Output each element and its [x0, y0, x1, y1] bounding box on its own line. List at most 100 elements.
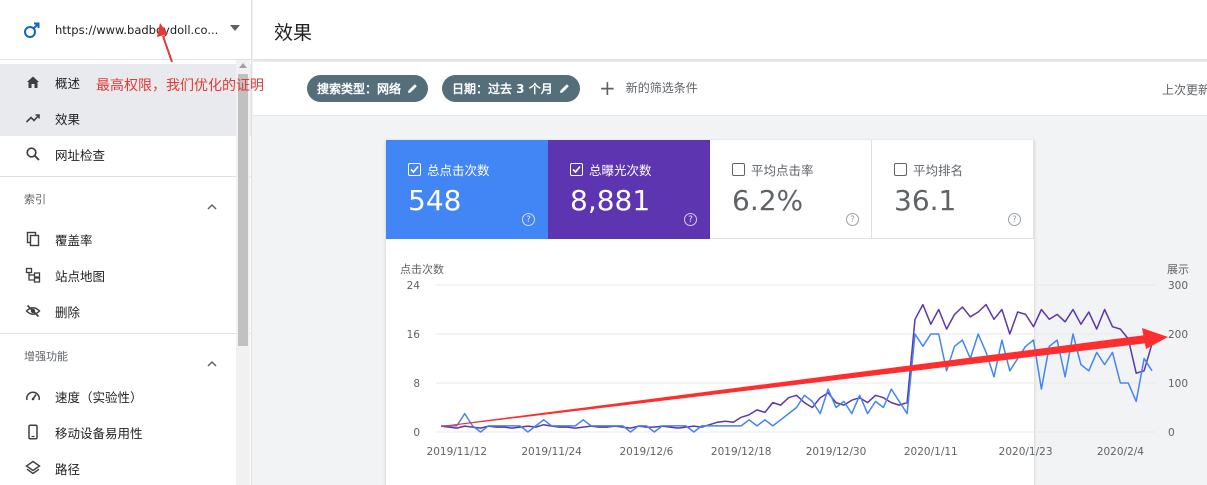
performance-chart: 点击次数 展示 0816240100200300 2019/11/12 2019/…	[400, 262, 1189, 458]
layers-icon	[24, 459, 42, 477]
help-icon[interactable]: ?	[522, 213, 535, 226]
chart-x-ticks: 2019/11/12 2019/11/24 2019/12/6 2019/12/18 2…	[427, 446, 1145, 458]
nav-label-overview: 概述	[55, 75, 81, 91]
nav-item-performance[interactable]: 效果	[0, 100, 251, 136]
chart-gridlines	[436, 284, 1156, 433]
chip-search-type[interactable]: 搜索类型：网络	[307, 75, 429, 102]
metric-total-impressions-label: 总曝光次数	[589, 163, 652, 178]
nav-item-mobile-usability[interactable]: 移动设备易用性	[0, 414, 251, 450]
chevron-up-icon	[207, 195, 217, 214]
app: https://www.badboydoll.co... 概述 效果 网址检查 …	[0, 0, 1207, 485]
metric-total-clicks-header: 总点击次数	[408, 160, 490, 179]
x-tick-label: 2020/2/4	[1097, 446, 1144, 458]
property-icon	[22, 19, 42, 40]
metric-average-position[interactable]: 平均排名 36.1 ?	[872, 140, 1034, 239]
y-tick-right: 100	[1168, 378, 1188, 390]
nav-label-breadcrumbs: 路径	[55, 461, 81, 477]
nav-item-breadcrumbs[interactable]: 路径	[0, 450, 251, 485]
nav-label-sitemaps: 站点地图	[55, 268, 106, 284]
metric-average-ctr[interactable]: 平均点击率 6.2% ?	[710, 140, 872, 239]
metric-total-impressions-header: 总曝光次数	[570, 160, 652, 179]
y-tick-left: 16	[407, 329, 421, 341]
pencil-icon	[407, 83, 418, 94]
metric-average-ctr-label: 平均点击率	[751, 163, 814, 178]
pencil-icon	[559, 83, 570, 94]
help-icon[interactable]: ?	[684, 213, 697, 226]
metric-total-clicks[interactable]: 总点击次数 548 ?	[386, 140, 548, 239]
home-icon	[24, 73, 42, 91]
nav-item-sitemaps[interactable]: 站点地图	[0, 257, 251, 293]
y-axis-left-label: 点击次数	[400, 262, 444, 276]
x-tick-label: 2019/12/18	[711, 446, 772, 458]
speedometer-icon	[24, 387, 42, 405]
nav-label-speed: 速度（实验性）	[55, 389, 143, 405]
section-index-title: 索引	[24, 193, 46, 206]
search-icon	[24, 145, 42, 163]
metric-average-ctr-header: 平均点击率	[732, 160, 814, 179]
nav-item-removals[interactable]: 删除	[0, 293, 251, 329]
metric-average-position-value: 36.1	[894, 184, 957, 217]
y-tick-right: 0	[1168, 427, 1175, 439]
chevron-up-icon	[207, 352, 217, 371]
nav-label-performance: 效果	[55, 111, 81, 127]
y-tick-left: 8	[413, 378, 420, 390]
x-tick-label: 2020/1/11	[904, 446, 958, 458]
chip-search-type-label: 搜索类型：网络	[317, 82, 402, 96]
x-tick-label: 2020/1/23	[999, 446, 1053, 458]
metric-total-clicks-value: 548	[408, 184, 462, 217]
sidebar-scrollbar[interactable]	[236, 60, 250, 485]
section-index-header[interactable]: 索引	[0, 177, 251, 221]
chevron-down-icon[interactable]	[230, 25, 240, 31]
x-tick-label: 2019/12/6	[619, 446, 673, 458]
nav-label-url-inspection: 网址检查	[55, 147, 106, 163]
x-tick-label: 2019/11/24	[521, 446, 582, 458]
section-enhancements-header[interactable]: 增强功能	[0, 334, 251, 378]
scroll-thumb[interactable]	[238, 74, 248, 346]
checkbox-checked-icon[interactable]	[570, 163, 583, 176]
x-tick-label: 2019/12/30	[806, 446, 867, 458]
metric-average-position-header: 平均排名	[894, 160, 963, 179]
nav-label-mobile-usability: 移动设备易用性	[55, 425, 143, 441]
help-icon[interactable]: ?	[1008, 213, 1021, 226]
smartphone-icon	[24, 423, 42, 441]
property-url: https://www.badboydoll.co...	[55, 22, 219, 37]
y-axis-right-label: 展示	[1167, 263, 1189, 276]
trending-up-icon	[24, 109, 42, 127]
top-header: 效果	[253, 0, 1207, 60]
y-tick-right: 300	[1168, 280, 1188, 292]
sidebar: https://www.badboydoll.co... 概述 效果 网址检查 …	[0, 0, 252, 485]
nav-item-speed[interactable]: 速度（实验性）	[0, 378, 251, 414]
y-tick-left: 24	[407, 280, 421, 292]
nav-label-removals: 删除	[55, 304, 81, 320]
checkbox-unchecked-icon[interactable]	[732, 163, 745, 176]
scroll-up-arrow[interactable]	[239, 63, 247, 68]
metric-average-ctr-value: 6.2%	[732, 184, 804, 217]
y-tick-right: 200	[1168, 329, 1188, 341]
checkbox-unchecked-icon[interactable]	[894, 163, 907, 176]
property-selector[interactable]: https://www.badboydoll.co...	[0, 0, 251, 60]
eye-off-icon	[24, 302, 42, 320]
trend-arrow	[441, 328, 1168, 427]
chart-y-ticks: 0 8 16 24 0 100 200 300	[407, 280, 1188, 439]
sitemap-icon	[24, 266, 42, 284]
checkbox-checked-icon[interactable]	[408, 163, 421, 176]
metric-average-position-label: 平均排名	[913, 163, 964, 178]
add-filter-label: 新的筛选条件	[625, 81, 698, 95]
annotation-text: 最高权限，我们优化的证明	[96, 78, 264, 94]
add-filter-button[interactable]: + 新的筛选条件	[599, 75, 698, 100]
nav-item-url-inspection[interactable]: 网址检查	[0, 136, 251, 172]
chip-date-label: 日期：过去 3 个月	[452, 82, 553, 96]
help-icon[interactable]: ?	[846, 213, 859, 226]
metric-total-impressions[interactable]: 总曝光次数 8,881 ?	[548, 140, 710, 239]
nav-item-coverage[interactable]: 覆盖率	[0, 221, 251, 257]
metric-total-clicks-label: 总点击次数	[427, 163, 490, 178]
trend-arrow-shaft	[441, 335, 1148, 427]
y-tick-left: 0	[413, 427, 420, 439]
nav-label-coverage: 覆盖率	[55, 232, 93, 248]
trend-arrow-head	[1142, 328, 1168, 349]
filter-bar: 搜索类型：网络 日期：过去 3 个月 + 新的筛选条件 上次更新	[253, 62, 1207, 116]
section-enhancements-title: 增强功能	[24, 350, 68, 363]
x-tick-label: 2019/11/12	[427, 446, 488, 458]
plus-icon: +	[599, 75, 616, 100]
chip-date[interactable]: 日期：过去 3 个月	[442, 75, 580, 102]
